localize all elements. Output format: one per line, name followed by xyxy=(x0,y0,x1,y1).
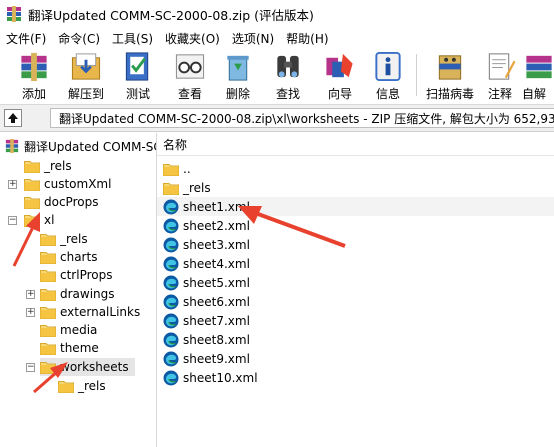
folder-icon xyxy=(163,162,179,176)
list-item-sheet8[interactable]: sheet8.xml xyxy=(157,330,554,349)
glasses-view-icon xyxy=(175,54,205,79)
toolbar: 添加 解压到 测试 查看 删除 查找 向导 信息 扫描病毒 注释 自解 xyxy=(0,48,554,105)
list-item-sheet3[interactable]: sheet3.xml xyxy=(157,235,554,254)
tree-item-docprops[interactable]: docProps xyxy=(24,193,98,211)
expand-toggle-icon[interactable]: + xyxy=(26,290,35,299)
edge-file-icon xyxy=(163,351,179,367)
list-item-sheet1[interactable]: sheet1.xml xyxy=(157,197,554,216)
comment-button[interactable]: 注释 xyxy=(474,50,526,102)
folder-icon xyxy=(24,159,40,173)
menu-favorites[interactable]: 收藏夹(O) xyxy=(165,30,220,47)
wizard-button[interactable]: 向导 xyxy=(314,50,366,102)
list-item-parent[interactable]: .. xyxy=(157,159,554,178)
collapse-toggle-icon[interactable]: − xyxy=(26,363,35,372)
folder-icon xyxy=(40,287,56,301)
folder-icon xyxy=(40,232,56,246)
find-button[interactable]: 查找 xyxy=(262,50,314,102)
edge-file-icon xyxy=(163,332,179,348)
virus-scan-icon xyxy=(438,55,462,80)
list-item-sheet10[interactable]: sheet10.xml xyxy=(157,368,554,387)
list-item-sheet6[interactable]: sheet6.xml xyxy=(157,292,554,311)
test-button[interactable]: 测试 xyxy=(112,50,164,102)
expand-toggle-icon[interactable]: + xyxy=(26,308,35,317)
books-add-icon xyxy=(21,52,47,82)
tree-item-theme[interactable]: theme xyxy=(40,339,99,357)
folder-icon xyxy=(40,250,56,264)
add-button[interactable]: 添加 xyxy=(8,50,60,102)
info-button[interactable]: 信息 xyxy=(362,50,414,102)
archive-icon xyxy=(5,139,19,153)
file-list: 名称 .. _rels sheet1.xml sheet2.xml sheet3… xyxy=(157,133,554,447)
extract-folder-icon xyxy=(71,53,101,80)
folder-open-icon xyxy=(40,360,56,374)
address-bar: 翻译Updated COMM-SC-2000-08.zip\xl\workshe… xyxy=(0,105,554,132)
comment-pen-icon xyxy=(488,53,516,80)
title-bar: 翻译Updated COMM-SC-2000-08.zip (评估版本) xyxy=(0,0,554,28)
tree-item-externallinks[interactable]: externalLinks xyxy=(40,303,140,321)
folder-icon xyxy=(24,177,40,191)
tree-item-drawings[interactable]: drawings xyxy=(40,285,115,303)
folder-icon xyxy=(40,341,56,355)
arrow-up-icon xyxy=(8,113,18,123)
edge-file-icon xyxy=(163,256,179,272)
menu-options[interactable]: 选项(N) xyxy=(232,30,274,47)
folder-icon xyxy=(40,323,56,337)
collapse-toggle-icon[interactable]: − xyxy=(8,216,17,225)
tree-item-xl[interactable]: xl xyxy=(24,211,54,229)
menu-file[interactable]: 文件(F) xyxy=(6,30,46,47)
scan-virus-button[interactable]: 扫描病毒 xyxy=(424,50,476,102)
sfx-icon xyxy=(526,55,552,79)
info-icon xyxy=(375,51,401,82)
winrar-app-icon xyxy=(7,6,21,22)
folder-icon xyxy=(40,305,56,319)
tree-item-worksheets-rels[interactable]: _rels xyxy=(58,377,106,395)
tree-item-xl-rels[interactable]: _rels xyxy=(40,230,88,248)
folder-icon xyxy=(40,268,56,282)
expand-toggle-icon[interactable]: + xyxy=(8,180,17,189)
menu-help[interactable]: 帮助(H) xyxy=(286,30,328,47)
folder-icon xyxy=(58,379,74,393)
edge-file-icon xyxy=(163,218,179,234)
folder-icon xyxy=(24,195,40,209)
list-item-sheet2[interactable]: sheet2.xml xyxy=(157,216,554,235)
toolbar-separator xyxy=(416,54,417,96)
tree-item-customxml[interactable]: customXml xyxy=(24,175,111,193)
edge-file-icon xyxy=(163,275,179,291)
view-button[interactable]: 查看 xyxy=(164,50,216,102)
edge-file-icon xyxy=(163,237,179,253)
test-check-icon xyxy=(125,52,149,81)
recycle-bin-icon xyxy=(227,55,249,81)
folder-icon xyxy=(163,181,179,195)
sfx-button[interactable]: 自解 xyxy=(522,50,554,102)
tree-item-root[interactable]: 翻译Updated COMM-SC-2000-08.zip xyxy=(4,137,156,155)
list-item-sheet9[interactable]: sheet9.xml xyxy=(157,349,554,368)
tree-item-worksheets[interactable]: worksheets xyxy=(40,358,135,376)
menu-commands[interactable]: 命令(C) xyxy=(58,30,100,47)
tree-item-rels[interactable]: _rels xyxy=(24,157,72,175)
up-folder-button[interactable] xyxy=(4,109,22,127)
list-item-rels[interactable]: _rels xyxy=(157,178,554,197)
binoculars-find-icon xyxy=(277,55,299,78)
edge-file-icon xyxy=(163,313,179,329)
folder-tree: 翻译Updated COMM-SC-2000-08.zip _rels + cu… xyxy=(0,133,157,447)
address-field[interactable]: 翻译Updated COMM-SC-2000-08.zip\xl\workshe… xyxy=(50,108,554,128)
delete-button[interactable]: 删除 xyxy=(212,50,264,102)
menu-bar: 文件(F) 命令(C) 工具(S) 收藏夹(O) 选项(N) 帮助(H) xyxy=(0,28,554,48)
tree-item-charts[interactable]: charts xyxy=(40,248,97,266)
wizard-icon xyxy=(326,53,353,78)
edge-file-icon xyxy=(163,199,179,215)
extract-to-button[interactable]: 解压到 xyxy=(60,50,112,102)
list-item-sheet7[interactable]: sheet7.xml xyxy=(157,311,554,330)
column-header-name[interactable]: 名称 xyxy=(157,133,554,156)
menu-tools[interactable]: 工具(S) xyxy=(112,30,153,47)
list-item-sheet4[interactable]: sheet4.xml xyxy=(157,254,554,273)
window-title: 翻译Updated COMM-SC-2000-08.zip (评估版本) xyxy=(28,7,314,23)
folder-icon xyxy=(24,213,40,227)
edge-file-icon xyxy=(163,294,179,310)
list-item-sheet5[interactable]: sheet5.xml xyxy=(157,273,554,292)
edge-file-icon xyxy=(163,370,179,386)
tree-item-ctrlprops[interactable]: ctrlProps xyxy=(40,266,112,284)
address-path: 翻译Updated COMM-SC-2000-08.zip\xl\workshe… xyxy=(59,111,554,126)
tree-item-media[interactable]: media xyxy=(40,321,97,339)
